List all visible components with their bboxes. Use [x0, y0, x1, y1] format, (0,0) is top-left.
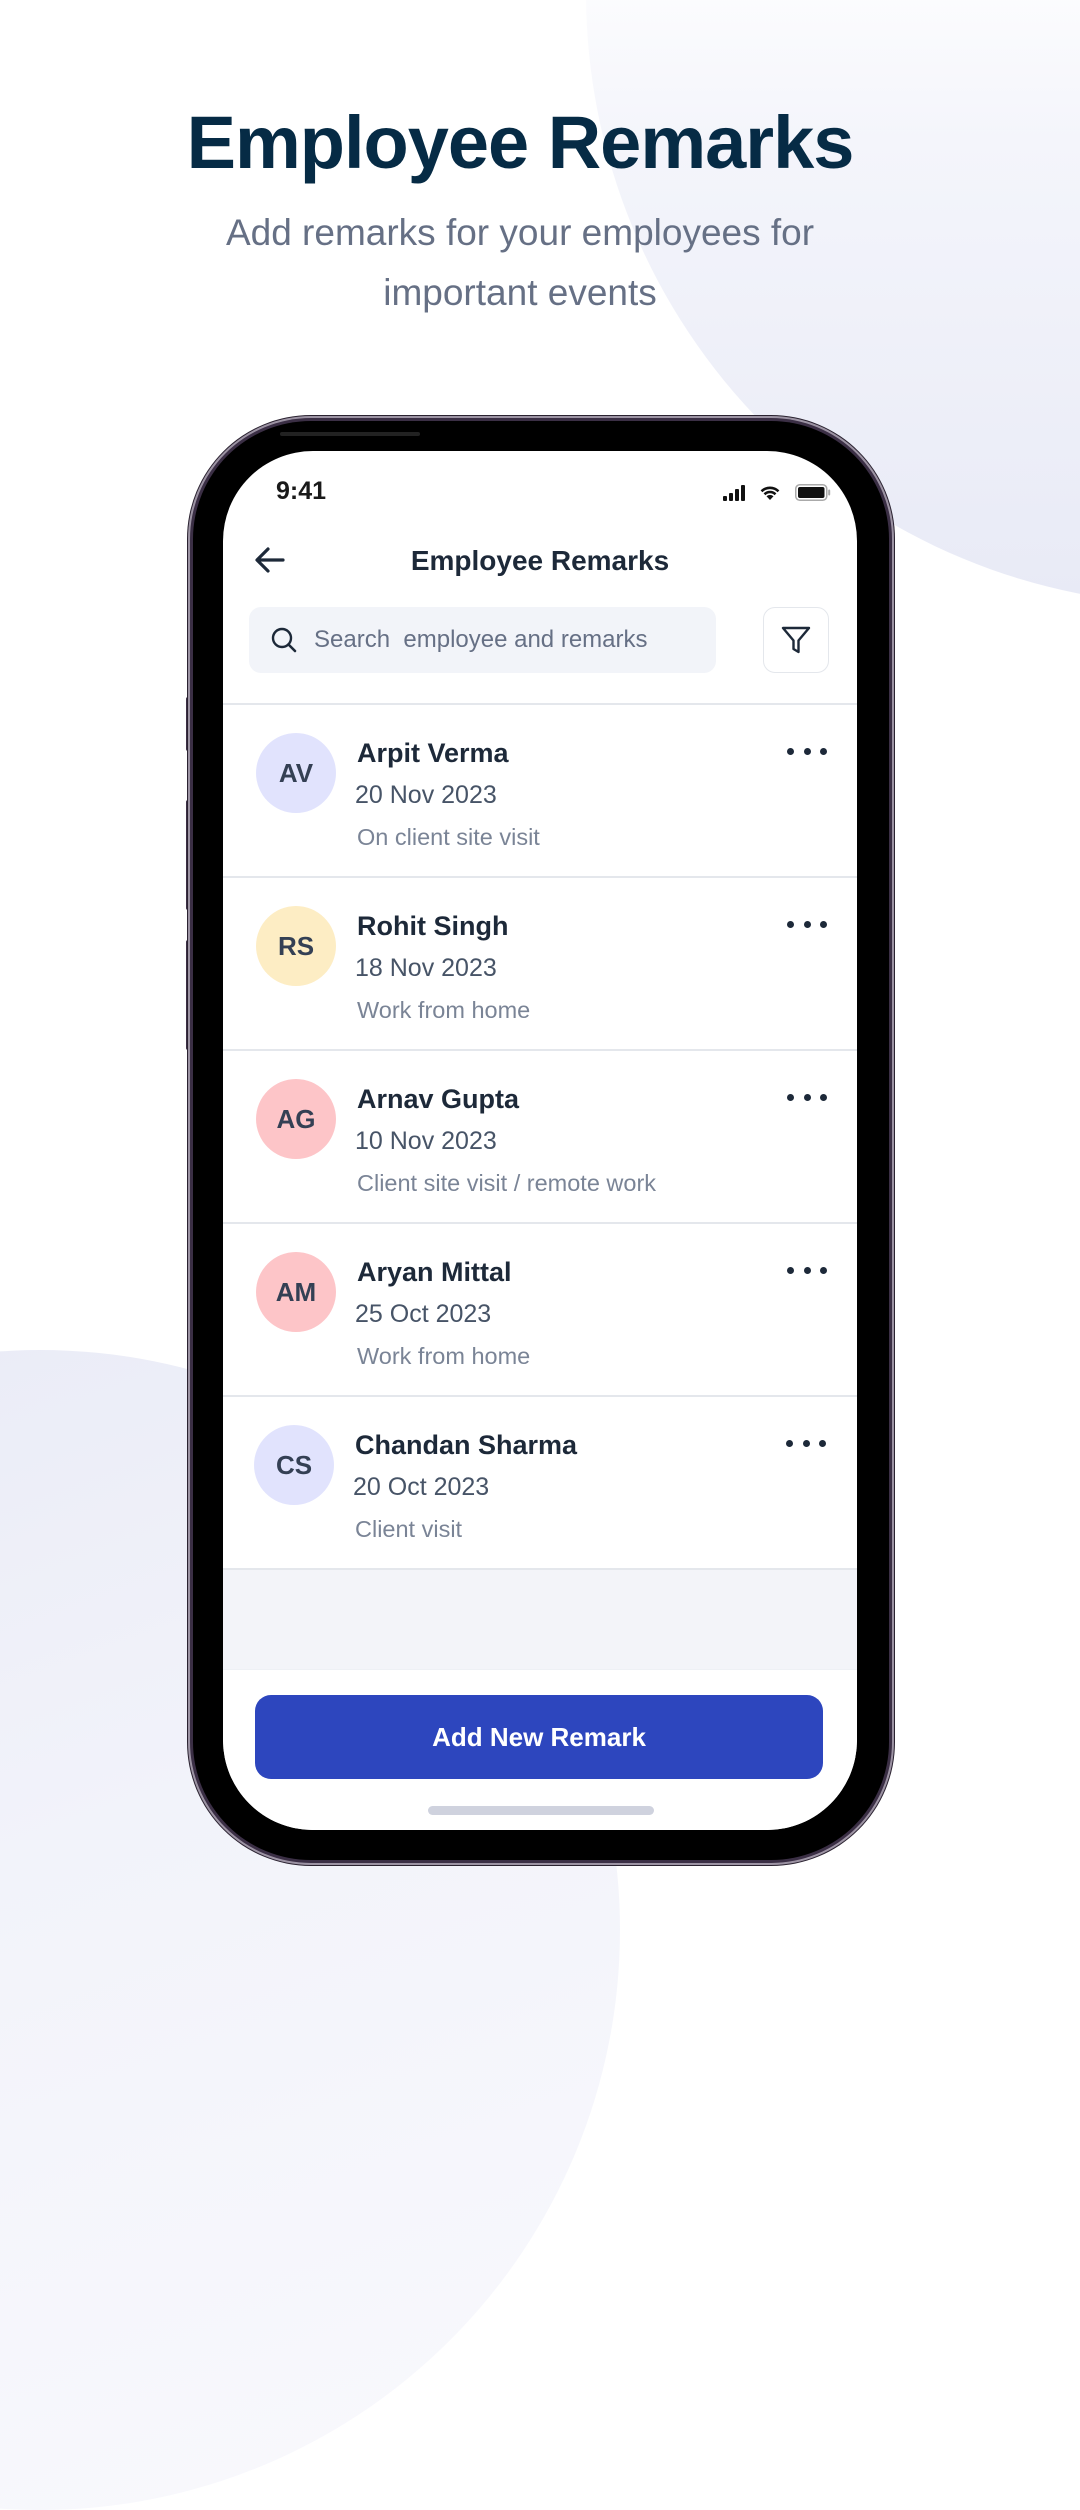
phone-volume-down-button — [186, 940, 191, 1050]
list-empty-area — [223, 1570, 857, 1670]
phone-action-button — [186, 697, 191, 751]
employee-remarks-list: AV Arpit Verma 20 Nov 2023 On client sit… — [223, 703, 857, 1670]
avatar: CS — [254, 1425, 334, 1505]
employee-name: Chandan Sharma — [355, 1430, 578, 1460]
avatar: AM — [256, 1252, 336, 1332]
more-options-icon[interactable] — [786, 1433, 826, 1453]
list-item[interactable]: AV Arpit Verma 20 Nov 2023 On client sit… — [223, 705, 857, 878]
hero-title: Employee Remarks — [186, 101, 855, 184]
add-new-remark-button[interactable]: Add New Remark — [255, 1695, 823, 1779]
remark-date: 25 Oct 2023 — [355, 1300, 492, 1328]
phone-speaker — [280, 432, 420, 436]
filter-funnel-icon — [781, 626, 811, 654]
remark-date: 20 Nov 2023 — [355, 781, 497, 809]
list-item[interactable]: CS Chandan Sharma 20 Oct 2023 Client vis… — [223, 1397, 857, 1570]
footer-bar: Add New Remark — [223, 1669, 857, 1830]
remark-text: Client visit — [355, 1516, 463, 1542]
remark-text: Work from home — [357, 1343, 531, 1369]
avatar: RS — [256, 906, 336, 986]
remark-text: On client site visit — [357, 824, 540, 850]
more-options-icon[interactable] — [787, 1087, 827, 1107]
more-options-icon[interactable] — [787, 914, 827, 934]
remark-date: 20 Oct 2023 — [353, 1473, 490, 1501]
phone-volume-up-button — [186, 800, 191, 910]
status-bar: 9:41 — [223, 451, 857, 521]
list-item[interactable]: AM Aryan Mittal 25 Oct 2023 Work from ho… — [223, 1224, 857, 1397]
phone-frame: 9:41 Employee Remarks Search employee an… — [193, 421, 889, 1860]
more-options-icon[interactable] — [787, 741, 827, 761]
remark-date: 18 Nov 2023 — [355, 954, 497, 982]
search-input[interactable] — [312, 625, 696, 655]
employee-name: Arpit Verma — [357, 738, 509, 768]
list-item[interactable]: RS Rohit Singh 18 Nov 2023 Work from hom… — [223, 878, 857, 1051]
filter-button[interactable] — [763, 607, 829, 673]
home-indicator — [428, 1806, 654, 1815]
app-header: Employee Remarks — [223, 539, 857, 583]
status-time: 9:41 — [276, 477, 327, 505]
employee-name: Arnav Gupta — [357, 1084, 520, 1114]
avatar: AV — [256, 733, 336, 813]
avatar: AG — [256, 1079, 336, 1159]
remark-text: Client site visit / remote work — [357, 1170, 657, 1196]
list-item[interactable]: AG Arnav Gupta 10 Nov 2023 Client site v… — [223, 1051, 857, 1224]
employee-name: Aryan Mittal — [357, 1257, 512, 1287]
search-icon — [271, 627, 297, 653]
remark-text: Work from home — [357, 997, 531, 1023]
battery-icon — [795, 484, 831, 501]
employee-name: Rohit Singh — [357, 911, 509, 941]
more-options-icon[interactable] — [787, 1260, 827, 1280]
search-bar[interactable] — [249, 607, 716, 673]
remark-date: 10 Nov 2023 — [355, 1127, 497, 1155]
page-title: Employee Remarks — [410, 545, 670, 576]
phone-screen: 9:41 Employee Remarks Search employee an… — [223, 451, 857, 1830]
hero-subtitle: Add remarks for your employees for impor… — [225, 212, 815, 313]
cellular-signal-icon — [723, 484, 745, 501]
wifi-icon — [760, 486, 780, 500]
